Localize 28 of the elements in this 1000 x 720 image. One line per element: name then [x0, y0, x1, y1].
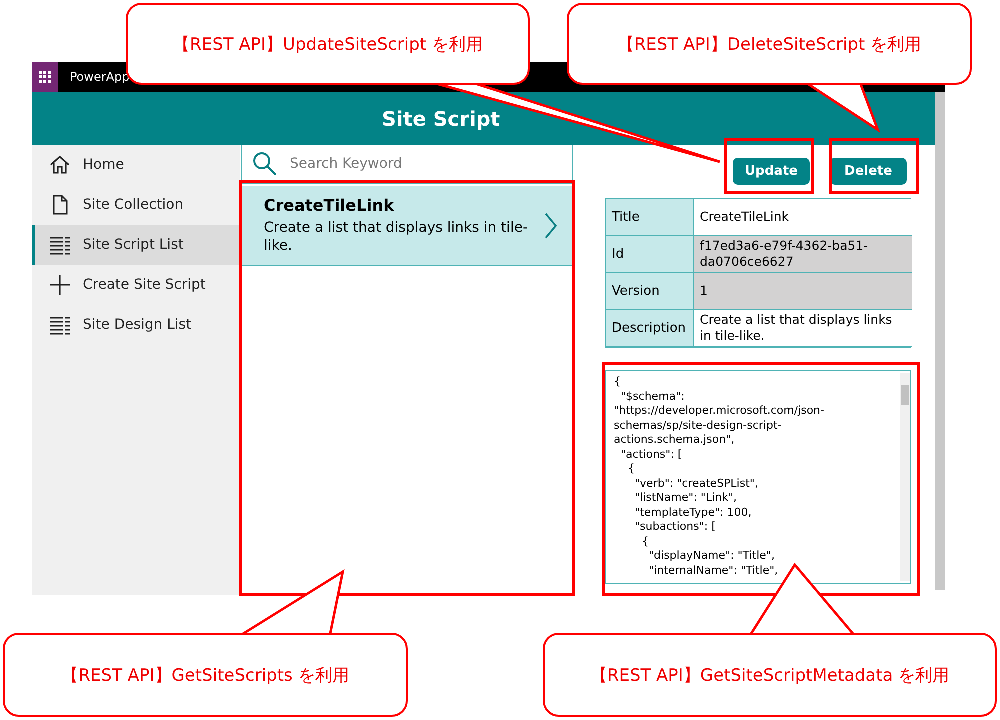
script-description: Create a list that displays links in tile-like. [264, 219, 529, 255]
screen-title: Site Script [382, 106, 500, 130]
nav-item[interactable]: Home [32, 145, 240, 185]
action-button[interactable]: Update [733, 158, 810, 185]
nav-item[interactable]: Site Design List [32, 305, 240, 345]
script-title: CreateTileLink [264, 196, 396, 215]
field-label: Title [606, 199, 694, 236]
script-list-item[interactable]: CreateTileLink Create a list that displays links in tile-like. [242, 186, 572, 266]
action-button[interactable]: Delete [830, 158, 907, 185]
field-label: Description [606, 310, 694, 347]
field-value[interactable]: CreateTileLink [694, 199, 912, 236]
nav-item[interactable]: Create Site Script [32, 265, 240, 305]
chevron-right-icon [544, 212, 558, 240]
nav-item[interactable]: Site Collection [32, 185, 240, 225]
app-launcher-icon[interactable] [32, 62, 58, 92]
field-value[interactable]: Create a list that displays links in tile-like. [694, 310, 912, 347]
field-label: Version [606, 273, 694, 310]
plus-icon [49, 274, 71, 296]
script-json-text: { "$schema": "https://developer.microsoft.com/json-schemas/sp/site-design-script-actions.schema.json", "actions": [ { "verb": "createSPList", "listName": "Link", "templateType": 100, "subactions": [ { "displayName": "Title", "internalName": "Title", [613, 374, 826, 578]
field-label: Id [606, 236, 694, 273]
scrollbar[interactable] [900, 373, 910, 581]
field-value: f17ed3a6-e79f-4362-ba51-da0706ce6627 [694, 236, 912, 273]
search-icon [252, 151, 278, 177]
home-icon [49, 154, 71, 176]
nav-item[interactable]: Site Script List [32, 225, 240, 265]
page-scrollbar[interactable] [935, 92, 945, 590]
search-field[interactable]: Search Keyword [288, 155, 552, 173]
field-value: 1 [694, 273, 912, 310]
